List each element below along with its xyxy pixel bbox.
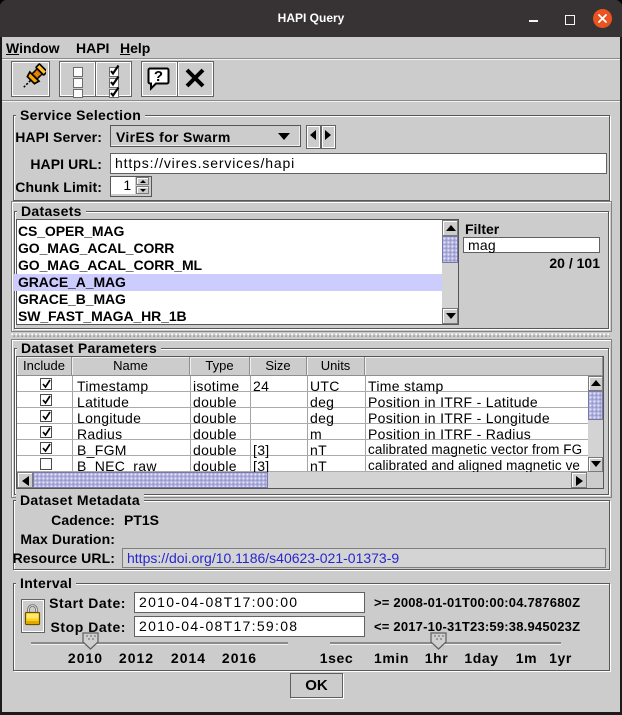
svg-text:?: ?	[154, 68, 163, 85]
